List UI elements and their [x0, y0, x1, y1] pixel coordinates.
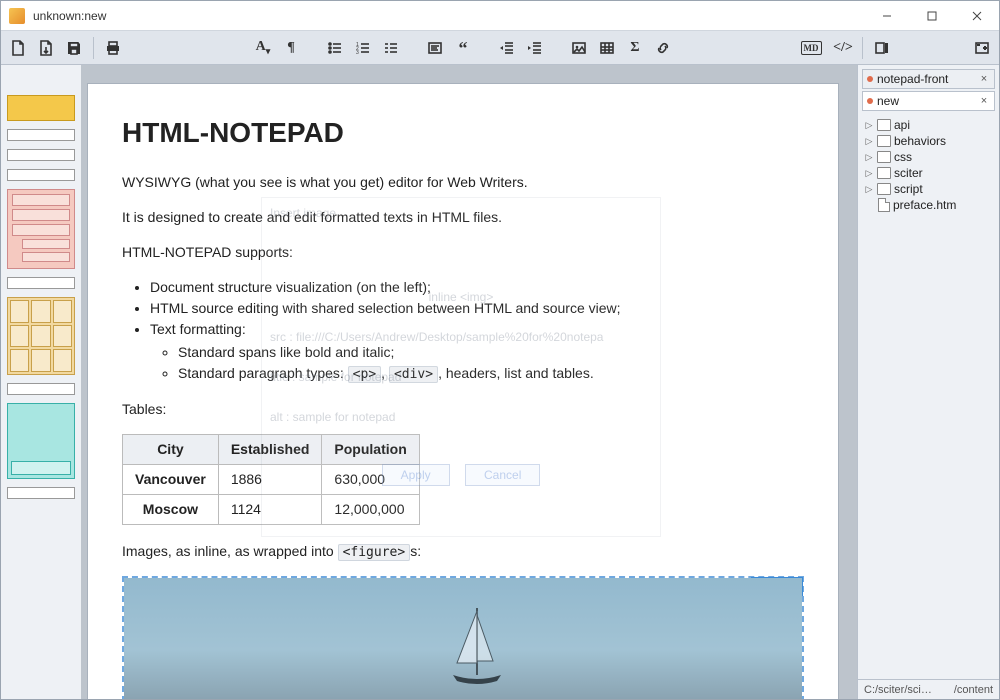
struct-node-p[interactable]: [7, 383, 75, 395]
ordered-list-button[interactable]: 123: [350, 35, 376, 61]
figure-image[interactable]: [124, 578, 802, 699]
tree-file[interactable]: preface.htm: [862, 197, 999, 213]
close-button[interactable]: [954, 1, 999, 31]
document-scroll[interactable]: HTML-NOTEPAD WYSIWYG (what you see is wh…: [81, 65, 857, 699]
toggle-sidebar-button[interactable]: [869, 35, 895, 61]
doc-list-item[interactable]: Standard paragraph types: <p>, <div>, he…: [178, 363, 804, 385]
font-button[interactable]: A▾: [250, 35, 276, 61]
table-header[interactable]: Population: [322, 434, 419, 464]
minimize-button[interactable]: [864, 1, 909, 31]
file-icon: [878, 198, 890, 212]
add-tab-button[interactable]: [969, 35, 995, 61]
titlebar: unknown:new: [1, 1, 999, 31]
doc-figure[interactable]: <figure> sample for no: [122, 576, 804, 699]
window-title: unknown:new: [33, 9, 864, 23]
dirty-indicator-icon: [867, 98, 873, 104]
doc-paragraph[interactable]: Images, as inline, as wrapped into <figu…: [122, 541, 804, 563]
app-window: unknown:new A▾ ¶: [0, 0, 1000, 700]
app-icon: [9, 8, 25, 24]
toolbar: A▾ ¶ 123 “ Σ: [1, 31, 999, 65]
doc-list-item[interactable]: Text formatting: Standard spans like bol…: [150, 319, 804, 385]
struct-node-h1[interactable]: [7, 95, 75, 121]
blockquote-button[interactable]: “: [450, 35, 476, 61]
status-bar: C:/sciter/sci… /content: [858, 679, 999, 699]
struct-node-p[interactable]: [7, 129, 75, 141]
struct-node-p[interactable]: [7, 149, 75, 161]
doc-paragraph[interactable]: HTML-NOTEPAD supports:: [122, 242, 804, 263]
tree-folder[interactable]: ▷behaviors: [862, 133, 999, 149]
status-path-left: C:/sciter/sci…: [864, 684, 954, 696]
source-mode-button[interactable]: </>: [830, 35, 856, 61]
unordered-list-button[interactable]: [322, 35, 348, 61]
doc-list-item[interactable]: Standard spans like bold and italic;: [178, 342, 804, 363]
close-tab-button[interactable]: ×: [978, 73, 990, 85]
insert-image-button[interactable]: [566, 35, 592, 61]
doc-paragraph[interactable]: WYSIWYG (what you see is what you get) e…: [122, 172, 804, 193]
pre-button[interactable]: [422, 35, 448, 61]
doc-paragraph[interactable]: It is designed to create and edit format…: [122, 207, 804, 228]
doc-list-item[interactable]: Document structure visualization (on the…: [150, 277, 804, 298]
file-tree[interactable]: ▷api ▷behaviors ▷css ▷sciter ▷script pre…: [858, 113, 999, 679]
open-file-button[interactable]: [33, 35, 59, 61]
struct-node-p[interactable]: [7, 487, 75, 499]
main-area: HTML-NOTEPAD WYSIWYG (what you see is wh…: [1, 65, 999, 699]
table-header[interactable]: Established: [218, 434, 322, 464]
sidebar: notepad-front × new × ▷api ▷behaviors ▷c…: [857, 65, 999, 699]
table-row: City Established Population: [123, 434, 420, 464]
insert-formula-button[interactable]: Σ: [622, 35, 648, 61]
doc-table[interactable]: City Established Population Vancouver 18…: [122, 434, 420, 525]
tree-folder[interactable]: ▷sciter: [862, 165, 999, 181]
dirty-indicator-icon: [867, 76, 873, 82]
svg-text:3: 3: [356, 50, 359, 56]
tab-notepad-front[interactable]: notepad-front ×: [862, 69, 995, 89]
tab-new[interactable]: new ×: [862, 91, 995, 111]
outdent-button[interactable]: [494, 35, 520, 61]
struct-node-figure[interactable]: [7, 403, 75, 479]
indent-button[interactable]: [522, 35, 548, 61]
document[interactable]: HTML-NOTEPAD WYSIWYG (what you see is wh…: [87, 83, 839, 699]
document-tabs: notepad-front × new ×: [858, 65, 999, 113]
paragraph-button[interactable]: ¶: [278, 35, 304, 61]
doc-list-item[interactable]: HTML source editing with shared selectio…: [150, 298, 804, 319]
new-file-button[interactable]: [5, 35, 31, 61]
status-path-right: /content: [954, 684, 993, 696]
table-row: Moscow 1124 12,000,000: [123, 494, 420, 524]
sailboat-icon: [477, 666, 537, 699]
tree-folder[interactable]: ▷css: [862, 149, 999, 165]
print-button[interactable]: [100, 35, 126, 61]
struct-node-list[interactable]: [7, 189, 75, 269]
struct-node-p[interactable]: [7, 277, 75, 289]
structure-strip[interactable]: [1, 65, 81, 699]
tree-folder[interactable]: ▷api: [862, 117, 999, 133]
html-mode-button[interactable]: MD: [794, 35, 828, 61]
doc-list[interactable]: Document structure visualization (on the…: [122, 277, 804, 385]
doc-paragraph[interactable]: Tables:: [122, 399, 804, 420]
save-button[interactable]: [61, 35, 87, 61]
close-tab-button[interactable]: ×: [978, 95, 990, 107]
struct-node-p[interactable]: [7, 169, 75, 181]
insert-table-button[interactable]: [594, 35, 620, 61]
definition-list-button[interactable]: [378, 35, 404, 61]
doc-heading-1[interactable]: HTML-NOTEPAD: [122, 112, 804, 154]
maximize-button[interactable]: [909, 1, 954, 31]
table-row: Vancouver 1886 630,000: [123, 464, 420, 494]
table-header[interactable]: City: [123, 434, 219, 464]
struct-node-table[interactable]: [7, 297, 75, 375]
insert-link-button[interactable]: [650, 35, 676, 61]
tree-folder[interactable]: ▷script: [862, 181, 999, 197]
